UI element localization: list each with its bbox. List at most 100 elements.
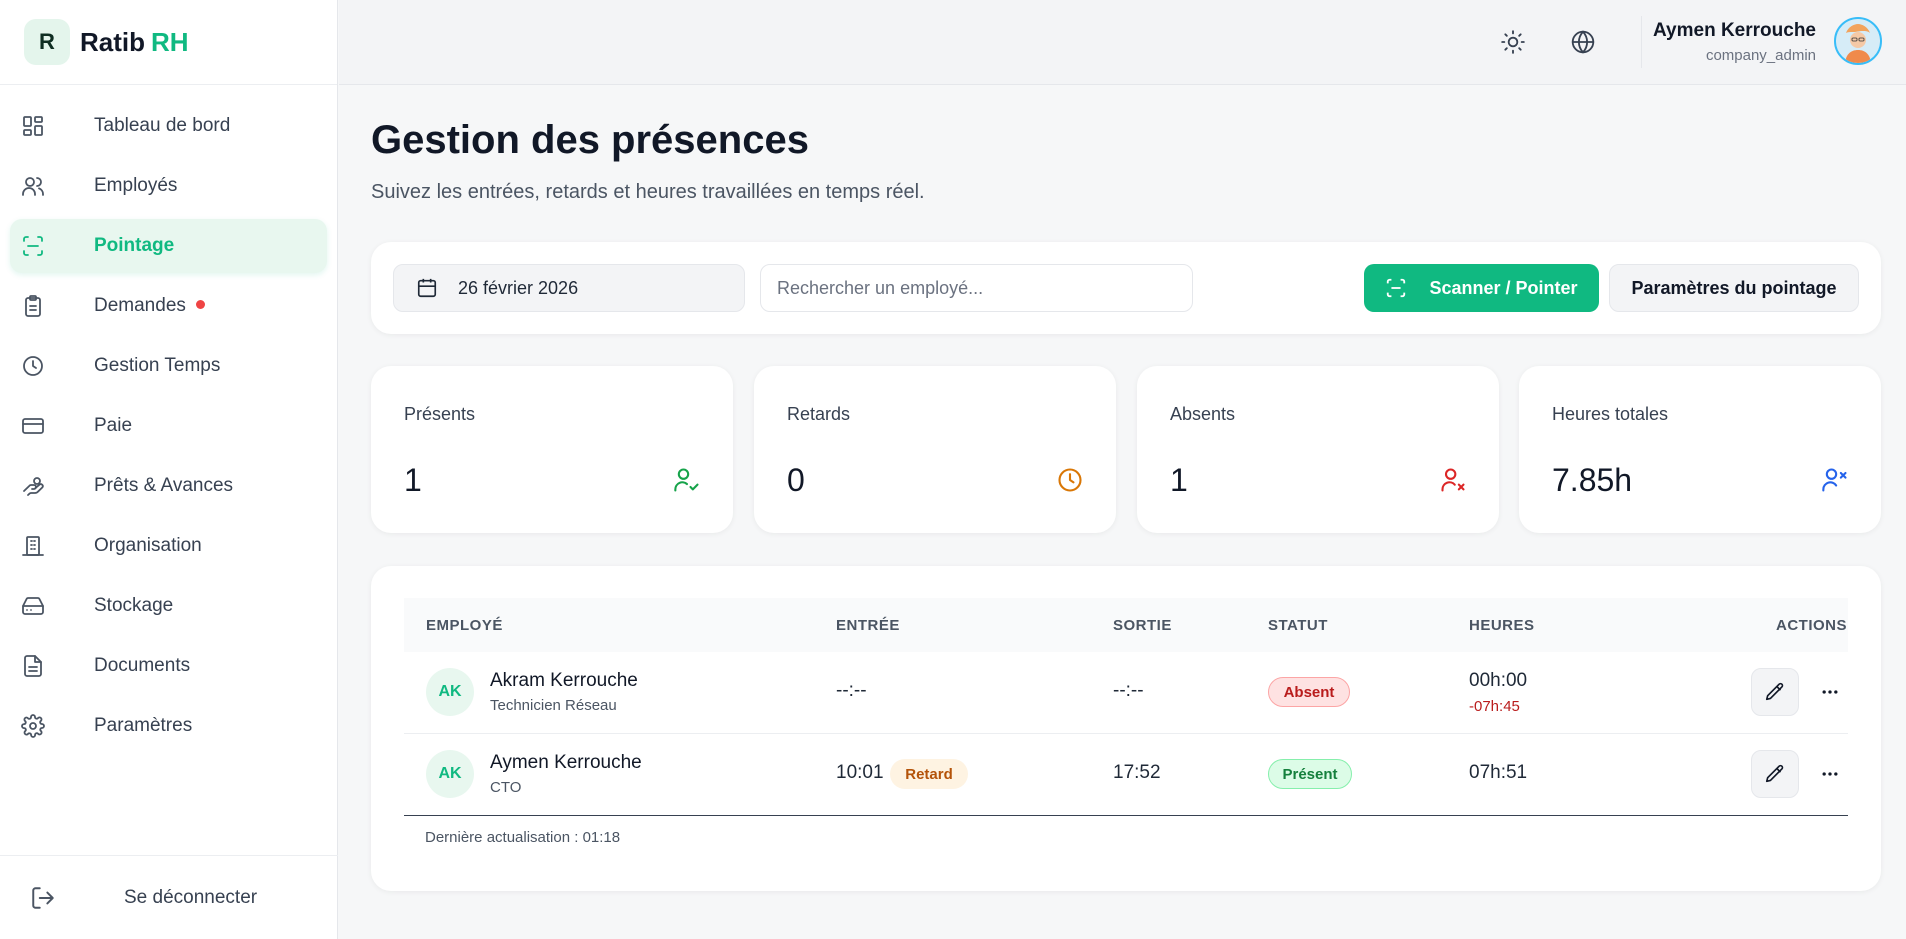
last-update-note: Dernière actualisation : 01:18 bbox=[425, 829, 621, 846]
stat-label: Retards bbox=[787, 404, 851, 424]
attendance-settings-button[interactable]: Paramètres du pointage bbox=[1609, 264, 1859, 312]
sidebar-item-label: Paie bbox=[94, 415, 133, 436]
sidebar-item-label: Paramètres bbox=[94, 715, 193, 736]
stat-card-absents: Absents 1 bbox=[1137, 366, 1499, 533]
sidebar-item-prets[interactable]: Prêts & Avances bbox=[10, 459, 327, 513]
sidebar-item-label: Demandes bbox=[94, 295, 186, 316]
language-button[interactable] bbox=[1567, 26, 1599, 58]
avatar[interactable] bbox=[1834, 17, 1882, 65]
stat-label: Heures totales bbox=[1552, 404, 1669, 424]
sidebar-nav: Tableau de bord Employés Pointage Demand… bbox=[0, 85, 337, 753]
hours-worked: 00h:00 bbox=[1469, 670, 1528, 691]
stat-card-presents: Présents 1 bbox=[371, 366, 733, 533]
check-in-time: 10:01 bbox=[836, 762, 884, 783]
user-x-icon bbox=[1439, 466, 1469, 496]
employee-name[interactable]: Aymen Kerrouche bbox=[490, 752, 642, 774]
sidebar-item-parametres[interactable]: Paramètres bbox=[10, 699, 327, 753]
scan-button-label: Scanner / Pointer bbox=[1429, 277, 1578, 298]
scan-icon bbox=[20, 233, 46, 259]
sidebar-item-pointage[interactable]: Pointage bbox=[10, 219, 327, 273]
check-in-time: --:-- bbox=[836, 680, 867, 701]
more-horizontal-icon bbox=[1822, 690, 1838, 694]
clock-icon bbox=[20, 353, 46, 379]
table-row[interactable]: AK Aymen Kerrouche CTO 10:01 Retard 17:5… bbox=[404, 734, 1848, 816]
sidebar-item-demandes[interactable]: Demandes bbox=[10, 279, 327, 333]
employee-search-input[interactable] bbox=[760, 264, 1193, 312]
late-badge: Retard bbox=[890, 759, 968, 789]
date-picker[interactable]: 26 février 2026 bbox=[393, 264, 745, 312]
more-horizontal-icon bbox=[1822, 772, 1838, 776]
brand-name: Ratib RH bbox=[80, 26, 189, 57]
table-row[interactable]: AK Akram Kerrouche Technicien Réseau --:… bbox=[404, 652, 1848, 734]
column-header-statut[interactable]: STATUT bbox=[1268, 617, 1328, 634]
user-role: company_admin bbox=[1705, 47, 1816, 64]
sidebar-item-label: Tableau de bord bbox=[94, 115, 231, 136]
status-badge: Absent bbox=[1268, 677, 1350, 707]
clock-icon bbox=[1056, 466, 1086, 496]
stat-label: Présents bbox=[404, 404, 476, 424]
scan-button[interactable]: Scanner / Pointer bbox=[1364, 264, 1599, 312]
sidebar-item-stockage[interactable]: Stockage bbox=[10, 579, 327, 633]
stat-value: 1 bbox=[1170, 462, 1188, 498]
sidebar-item-employees[interactable]: Employés bbox=[10, 159, 327, 213]
sidebar-item-label: Employés bbox=[94, 175, 178, 196]
stat-label: Absents bbox=[1170, 404, 1236, 424]
employee-initials: AK bbox=[426, 750, 474, 798]
brand[interactable]: R Ratib RH bbox=[0, 0, 337, 85]
sun-icon bbox=[1501, 30, 1525, 54]
sidebar-item-label: Prêts & Avances bbox=[94, 475, 234, 496]
logout-icon bbox=[32, 886, 54, 909]
stat-card-retards: Retards 0 bbox=[754, 366, 1116, 533]
sidebar-item-label: Organisation bbox=[94, 535, 202, 556]
logout-button[interactable]: Se déconnecter bbox=[0, 855, 338, 939]
sidebar-item-dashboard[interactable]: Tableau de bord bbox=[10, 99, 327, 153]
pencil-icon bbox=[1765, 764, 1784, 783]
column-header-heures[interactable]: HEURES bbox=[1469, 617, 1535, 634]
sidebar-item-paie[interactable]: Paie bbox=[10, 399, 327, 453]
sidebar-item-label: Pointage bbox=[94, 235, 175, 256]
page-title: Gestion des présences bbox=[371, 118, 809, 162]
attendance-toolbar: 26 février 2026 Scanner / Pointer Paramè… bbox=[371, 242, 1881, 334]
sidebar-item-gestion-temps[interactable]: Gestion Temps bbox=[10, 339, 327, 393]
stat-card-heures: Heures totales 7.85h bbox=[1519, 366, 1881, 533]
employee-role: CTO bbox=[490, 779, 522, 796]
theme-toggle-button[interactable] bbox=[1497, 26, 1529, 58]
check-out-time: --:-- bbox=[1113, 680, 1144, 701]
more-options-button[interactable] bbox=[1814, 758, 1846, 790]
column-header-employe[interactable]: EMPLOYÉ bbox=[426, 617, 503, 634]
sidebar-item-organisation[interactable]: Organisation bbox=[10, 519, 327, 573]
sidebar: R Ratib RH Tableau de bord Employés Point… bbox=[0, 0, 338, 939]
attendance-table: EMPLOYÉ ENTRÉE SORTIE STATUT HEURES ACTI… bbox=[371, 566, 1881, 891]
page-subtitle: Suivez les entrées, retards et heures tr… bbox=[371, 181, 925, 203]
users-icon bbox=[20, 173, 46, 199]
sidebar-item-label: Gestion Temps bbox=[94, 355, 221, 376]
dashboard-icon bbox=[20, 113, 46, 139]
scan-icon bbox=[1387, 278, 1406, 298]
date-value: 26 février 2026 bbox=[458, 277, 579, 298]
more-options-button[interactable] bbox=[1814, 676, 1846, 708]
employee-name[interactable]: Akram Kerrouche bbox=[490, 670, 638, 692]
status-badge: Présent bbox=[1268, 759, 1352, 789]
gear-icon bbox=[20, 713, 46, 739]
user-name[interactable]: Aymen Kerrouche bbox=[1653, 20, 1816, 42]
calendar-icon bbox=[417, 278, 437, 298]
user-check-icon bbox=[673, 466, 703, 496]
edit-button[interactable] bbox=[1751, 668, 1799, 716]
stat-value: 0 bbox=[787, 462, 805, 498]
sidebar-item-documents[interactable]: Documents bbox=[10, 639, 327, 693]
hard-drive-icon bbox=[20, 593, 46, 619]
stat-value: 1 bbox=[404, 462, 422, 498]
credit-card-icon bbox=[20, 413, 46, 439]
sidebar-item-label: Documents bbox=[94, 655, 191, 676]
top-bar: Aymen Kerrouche company_admin bbox=[339, 0, 1906, 85]
users-icon bbox=[1821, 466, 1851, 496]
globe-icon bbox=[1571, 30, 1595, 54]
column-header-entree[interactable]: ENTRÉE bbox=[836, 617, 900, 634]
notification-dot bbox=[195, 299, 205, 309]
employee-initials: AK bbox=[426, 668, 474, 716]
building-icon bbox=[20, 533, 46, 559]
edit-button[interactable] bbox=[1751, 750, 1799, 798]
column-header-sortie[interactable]: SORTIE bbox=[1113, 617, 1172, 634]
clipboard-icon bbox=[20, 293, 46, 319]
table-header: EMPLOYÉ ENTRÉE SORTIE STATUT HEURES ACTI… bbox=[404, 598, 1848, 652]
